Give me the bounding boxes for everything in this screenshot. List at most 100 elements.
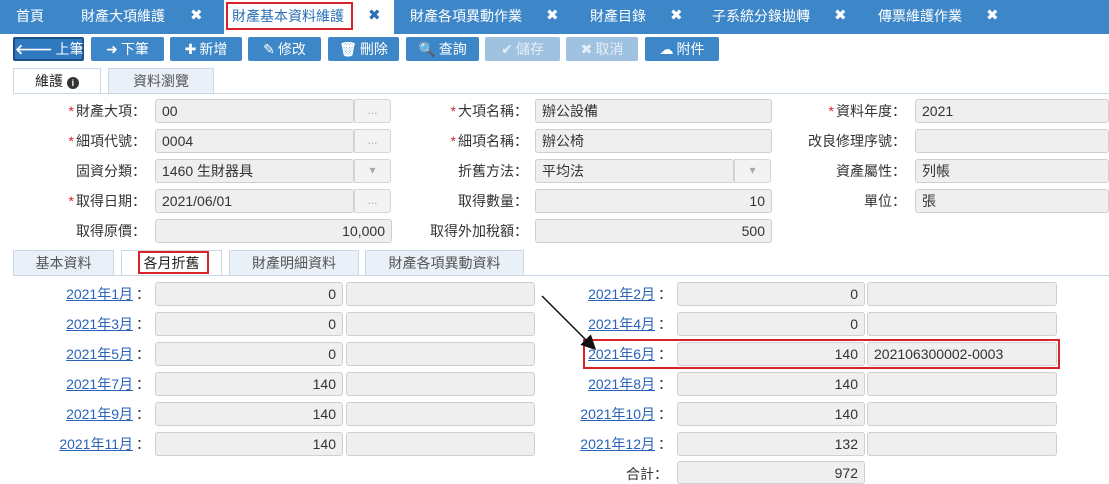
voucher-number[interactable]	[346, 402, 535, 426]
depreciation-amount[interactable]: 140	[155, 432, 343, 456]
depreciation-amount[interactable]: 0	[677, 282, 865, 306]
voucher-number[interactable]	[867, 312, 1057, 336]
close-icon: ✖	[580, 41, 593, 57]
unit-field[interactable]: 張	[915, 189, 1109, 213]
check-icon: ✔	[501, 41, 513, 57]
tab-asset-changes[interactable]: 財產各項異動資料	[365, 250, 524, 276]
category-label: * 財產大項：	[68, 103, 146, 119]
acq-qty-field[interactable]: 10	[535, 189, 772, 213]
total-field: 972	[677, 461, 865, 484]
prev-record-button[interactable]: 🡐 上筆	[13, 37, 84, 61]
item-code-label: * 細項代號：	[68, 133, 146, 149]
delete-button[interactable]: 🗑 刪除	[328, 37, 399, 61]
voucher-number[interactable]	[346, 282, 535, 306]
tab-asset-detail[interactable]: 財產明細資料	[229, 250, 359, 276]
month-link[interactable]: 2021年9月	[40, 402, 133, 426]
month-link[interactable]: 2021年11月	[40, 432, 133, 456]
cancel-button[interactable]: ✖ 取消	[566, 37, 638, 61]
acq-tax-label: 取得外加稅額：	[430, 223, 528, 239]
date-picker-button[interactable]: ...	[354, 189, 391, 213]
acq-date-field[interactable]: 2021/06/01	[155, 189, 354, 213]
close-icon[interactable]: ✖	[190, 0, 203, 32]
tab-label: 財產各項異動作業	[410, 8, 522, 24]
asset-attr-label: 資產屬性：	[836, 163, 906, 179]
edit-button[interactable]: ✎ 修改	[248, 37, 321, 61]
top-tab-bar: 首頁 財產大項維護 ✖ 財產基本資料維護 ✖ 財產各項異動作業 ✖ 財產目錄 ✖…	[0, 0, 1109, 34]
close-icon[interactable]: ✖	[670, 0, 683, 32]
close-icon[interactable]: ✖	[546, 0, 559, 32]
item-name-field[interactable]: 辦公椅	[535, 129, 772, 153]
tab-browse[interactable]: 資料瀏覽	[108, 68, 214, 94]
acq-cost-field[interactable]: 10,000	[155, 219, 392, 243]
category-field[interactable]: 00	[155, 99, 354, 123]
item-name-label: * 細項名稱：	[450, 133, 528, 149]
divider	[13, 275, 1109, 276]
depreciation-amount[interactable]: 0	[155, 312, 343, 336]
year-field[interactable]: 2021	[915, 99, 1109, 123]
tab-asset-changes[interactable]: 財產各項異動作業 ✖	[394, 0, 572, 34]
asset-class-select[interactable]: 1460 生財器具	[155, 159, 354, 183]
save-button[interactable]: ✔ 儲存	[485, 37, 560, 61]
item-code-lookup-button[interactable]: ...	[354, 129, 391, 153]
acq-tax-field[interactable]: 500	[535, 219, 772, 243]
tab-label: 財產大項維護	[81, 8, 165, 24]
item-code-field[interactable]: 0004	[155, 129, 354, 153]
month-link[interactable]: 2021年7月	[40, 372, 133, 396]
next-record-button[interactable]: ➜ 下筆	[91, 37, 164, 61]
category-lookup-button[interactable]: ...	[354, 99, 391, 123]
dep-method-select[interactable]: 平均法	[535, 159, 734, 183]
depreciation-amount[interactable]: 132	[677, 432, 865, 456]
voucher-number[interactable]	[346, 342, 535, 366]
tab-basic-data[interactable]: 基本資料	[13, 250, 114, 276]
tab-subsystem-transfer[interactable]: 子系統分錄拋轉 ✖	[694, 0, 854, 34]
month-link[interactable]: 2021年12月	[560, 432, 655, 456]
voucher-number[interactable]	[867, 402, 1057, 426]
chevron-down-icon[interactable]: ▾	[734, 159, 771, 183]
tab-asset-category[interactable]: 財產大項維護 ✖	[60, 0, 224, 34]
voucher-number[interactable]	[867, 372, 1057, 396]
depreciation-amount[interactable]: 140	[677, 402, 865, 426]
voucher-number[interactable]	[346, 432, 535, 456]
close-icon[interactable]: ✖	[368, 0, 381, 32]
dep-method-label: 折舊方法：	[458, 163, 528, 179]
close-icon[interactable]: ✖	[986, 0, 999, 32]
depreciation-amount[interactable]: 0	[155, 342, 343, 366]
divider	[13, 93, 1109, 94]
tab-home[interactable]: 首頁	[0, 0, 60, 34]
asset-attr-select[interactable]: 列帳	[915, 159, 1109, 183]
voucher-number[interactable]	[867, 282, 1057, 306]
depreciation-amount[interactable]: 140	[155, 402, 343, 426]
category-name-field[interactable]: 辦公設備	[535, 99, 772, 123]
depreciation-amount[interactable]: 0	[677, 312, 865, 336]
voucher-number[interactable]	[346, 372, 535, 396]
acq-qty-label: 取得數量：	[458, 193, 528, 209]
tab-label: 子系統分錄拋轉	[712, 8, 810, 24]
tab-asset-catalog[interactable]: 財產目錄 ✖	[572, 0, 694, 34]
close-icon[interactable]: ✖	[834, 0, 847, 32]
month-link[interactable]: 2021年3月	[40, 312, 133, 336]
info-icon: i	[66, 77, 79, 89]
month-link[interactable]: 2021年10月	[560, 402, 655, 426]
arrow-right-icon: ➜	[106, 41, 118, 57]
month-link[interactable]: 2021年5月	[40, 342, 133, 366]
attachment-button[interactable]: ☁ 附件	[645, 37, 719, 61]
tab-label: 財產目錄	[590, 8, 646, 24]
month-link[interactable]: 2021年1月	[40, 282, 133, 306]
month-link[interactable]: 2021年8月	[560, 372, 655, 396]
depreciation-amount[interactable]: 0	[155, 282, 343, 306]
query-button[interactable]: 🔍 查詢	[406, 37, 479, 61]
highlight-box	[138, 251, 209, 274]
depreciation-amount[interactable]: 140	[155, 372, 343, 396]
tab-maintain[interactable]: 維護 i	[13, 68, 101, 94]
voucher-number[interactable]	[867, 432, 1057, 456]
pencil-icon: ✎	[263, 41, 275, 57]
highlight-box	[583, 339, 1060, 369]
unit-label: 單位：	[864, 193, 906, 209]
voucher-number[interactable]	[346, 312, 535, 336]
tab-label: 傳票維護作業	[878, 8, 962, 24]
tab-voucher-maintenance[interactable]: 傳票維護作業 ✖	[854, 0, 1014, 34]
add-button[interactable]: ✚ 新增	[170, 37, 242, 61]
depreciation-amount[interactable]: 140	[677, 372, 865, 396]
chevron-down-icon[interactable]: ▾	[354, 159, 391, 183]
improve-seq-field[interactable]	[915, 129, 1109, 153]
